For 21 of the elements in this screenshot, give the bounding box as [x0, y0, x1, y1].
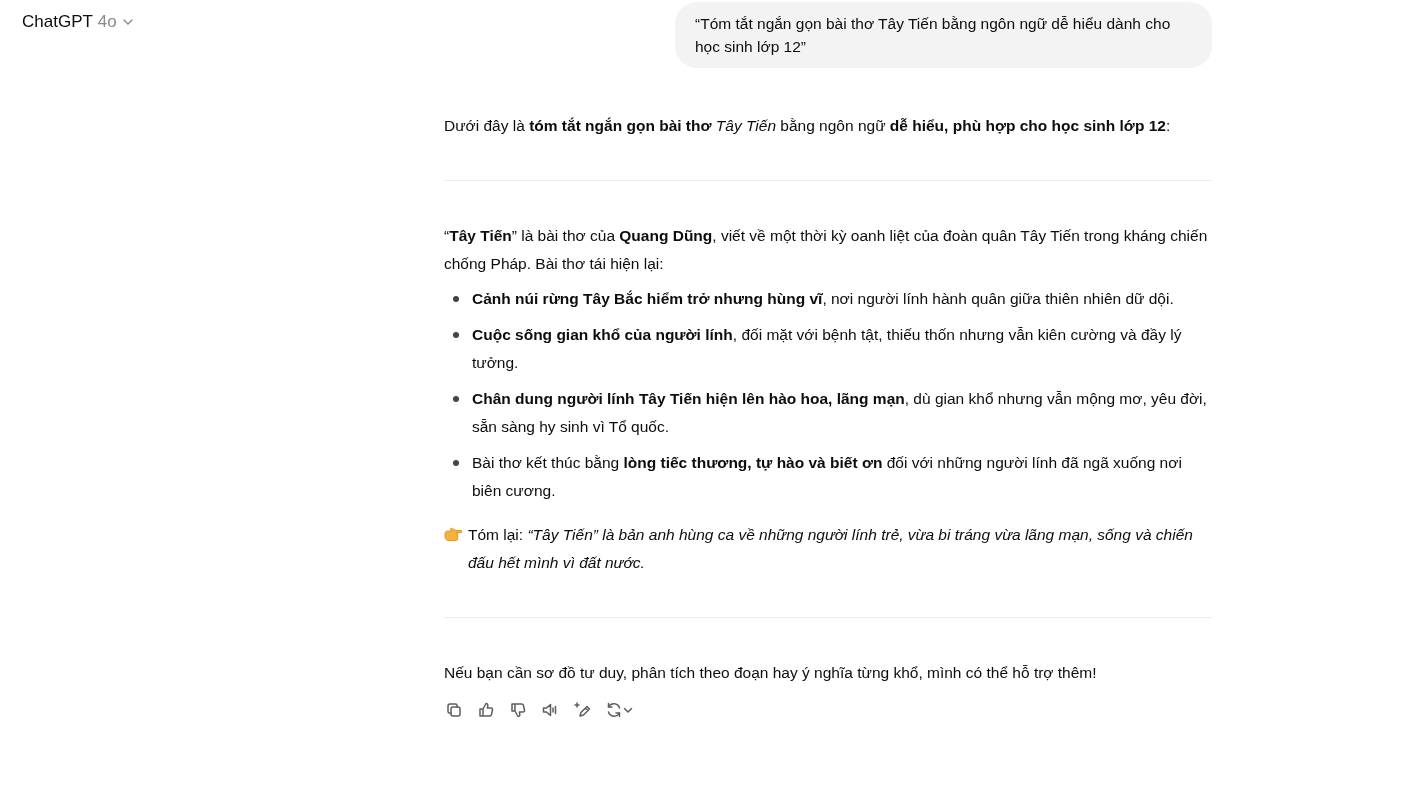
summary-paragraph: Tóm lại: “Tây Tiến” là bản anh hùng ca về những người lính trẻ, vừa bi tráng vừa lãng mạn, sống và chiến đấu hết mình vì đất nước.	[468, 525, 1194, 573]
thumbs-down-icon	[509, 701, 527, 719]
user-message: “Tóm tắt ngắn gọn bài thơ Tây Tiến bằng ngôn ngữ dễ hiểu dành cho học sinh lớp 12”	[675, 2, 1212, 68]
copy-icon	[445, 701, 463, 719]
thumbs-up-icon	[477, 701, 495, 719]
speaker-icon	[541, 701, 559, 719]
message-paragraph: Nếu bạn cần sơ đồ tư duy, phân tích theo đoạn hay ý nghĩa từng khổ, mình có thể hỗ trợ thêm!	[444, 663, 1098, 683]
pointing-hand-icon	[444, 527, 462, 543]
list-item-text: Cảnh núi rừng Tây Bắc hiểm trở nhưng hùng vĩ, nơi người lính hành quân giữa thiên nhiên dữ dội.	[472, 289, 1175, 309]
message-paragraph: Dưới đây là tóm tắt ngắn gọn bài thơ Tây Tiến bằng ngôn ngữ dễ hiểu, phù hợp cho học sinh lớp 12:	[444, 116, 1172, 136]
list-item-text: Bài thơ kết thúc bằng lòng tiếc thương, tự hào và biết ơn đối với những người lính đã ngã xuống nơi biên cương.	[472, 453, 1183, 501]
sparkle-pencil-icon	[573, 701, 591, 719]
refresh-icon	[605, 701, 623, 719]
bullet-dot	[453, 396, 459, 402]
list-item-text: Chân dung người lính Tây Tiến hiện lên hào hoa, lãng mạn, dù gian khổ nhưng vẫn mộng mơ, yêu đời, sẵn sàng hy sinh vì Tổ quốc.	[472, 389, 1208, 437]
message-paragraph: “Tây Tiến” là bài thơ của Quang Dũng, viết về một thời kỳ oanh liệt của đoàn quân Tây Tiến trong kháng chiến chống Pháp. Bài thơ tái hiện lại:	[444, 226, 1209, 274]
model-selector[interactable]: ChatGPT 4o	[14, 10, 142, 34]
bullet-dot	[453, 296, 459, 302]
bullet-dot	[453, 332, 459, 338]
bullet-dot	[453, 460, 459, 466]
list-item-text: Cuộc sống gian khổ của người lính, đối mặt với bệnh tật, thiếu thốn nhưng vẫn kiên cường và đầy lý tưởng.	[472, 325, 1183, 373]
